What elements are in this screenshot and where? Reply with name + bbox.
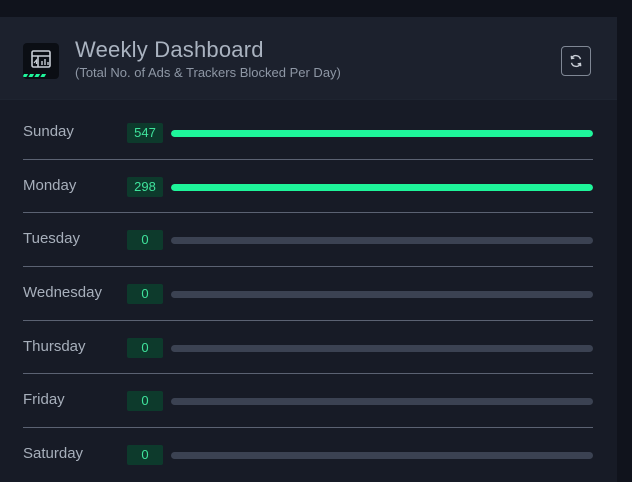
count-badge: 0 [127,445,163,466]
dashboard-subtitle: (Total No. of Ads & Trackers Blocked Per… [75,65,341,80]
refresh-button[interactable] [561,46,591,76]
count-badge: 547 [127,123,163,143]
weekly-dashboard-panel: Weekly Dashboard (Total No. of Ads & Tra… [0,17,617,482]
day-label: Thursday [23,337,86,355]
progress-track [171,130,593,137]
day-label: Friday [23,391,65,409]
day-label: Monday [23,176,77,194]
day-row-friday: Friday 0 [23,374,593,429]
day-label: Sunday [23,123,74,140]
day-label: Tuesday [23,230,80,248]
refresh-icon [570,54,582,68]
count-badge: 298 [127,176,163,197]
dashboard-chart-icon [23,43,59,79]
progress-track [171,452,593,460]
progress-track [171,398,593,406]
day-label: Wednesday [23,284,102,302]
progress-track [171,291,593,299]
progress-track [171,344,593,352]
day-row-sunday: Sunday 547 [23,106,593,160]
progress-fill [171,130,593,137]
progress-track [171,237,593,245]
day-row-tuesday: Tuesday 0 [23,213,593,268]
day-row-wednesday: Wednesday 0 [23,267,593,321]
day-list: Sunday 547 Monday 298 Tuesday 0 Wednesda… [0,106,617,482]
count-badge: 0 [127,230,163,251]
day-row-thursday: Thursday 0 [23,321,593,375]
day-row-monday: Monday 298 [23,160,593,214]
day-label: Saturday [23,445,84,463]
dashboard-header: Weekly Dashboard (Total No. of Ads & Tra… [0,17,617,100]
count-badge: 0 [127,391,163,412]
count-badge: 0 [127,284,163,305]
progress-track [171,183,593,191]
count-badge: 0 [127,337,163,358]
progress-fill [171,183,593,191]
day-row-saturday: Saturday 0 [23,428,593,482]
dashboard-title: Weekly Dashboard [75,37,264,62]
